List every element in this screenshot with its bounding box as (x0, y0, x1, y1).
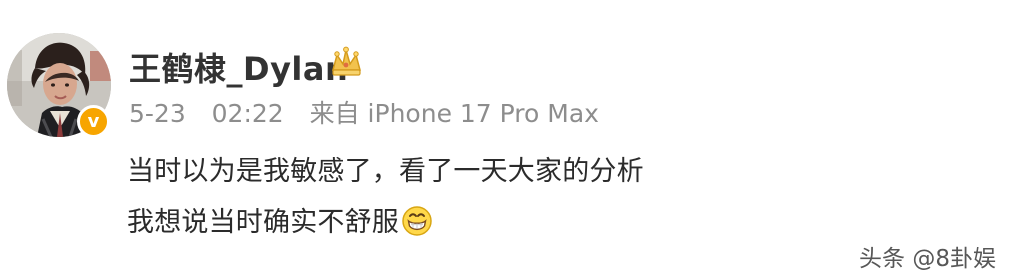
post-text-line-2: 我想说当时确实不舒服 (127, 207, 399, 238)
post-date: 5-23 (129, 99, 186, 128)
crown-icon (332, 46, 361, 76)
post-text-line-2-container: 我想说当时确实不舒服 (127, 200, 433, 239)
post-source: 来自 iPhone 17 Pro Max (309, 99, 599, 128)
grin-emoji-icon (402, 206, 432, 236)
username[interactable]: 王鹤棣_Dylan (129, 44, 348, 88)
post-meta: 5-23 02:22 来自 iPhone 17 Pro Max (129, 94, 599, 128)
watermark: 头条 @8卦娱 (859, 246, 996, 272)
verified-v-icon: v (77, 105, 110, 138)
post-text-line-1: 当时以为是我敏感了，看了一天大家的分析 (127, 156, 644, 187)
weibo-post: v 王鹤棣_Dylan 5-23 02:22 来自 iPhone 17 Pro … (0, 0, 1014, 276)
post-time: 02:22 (211, 99, 284, 128)
